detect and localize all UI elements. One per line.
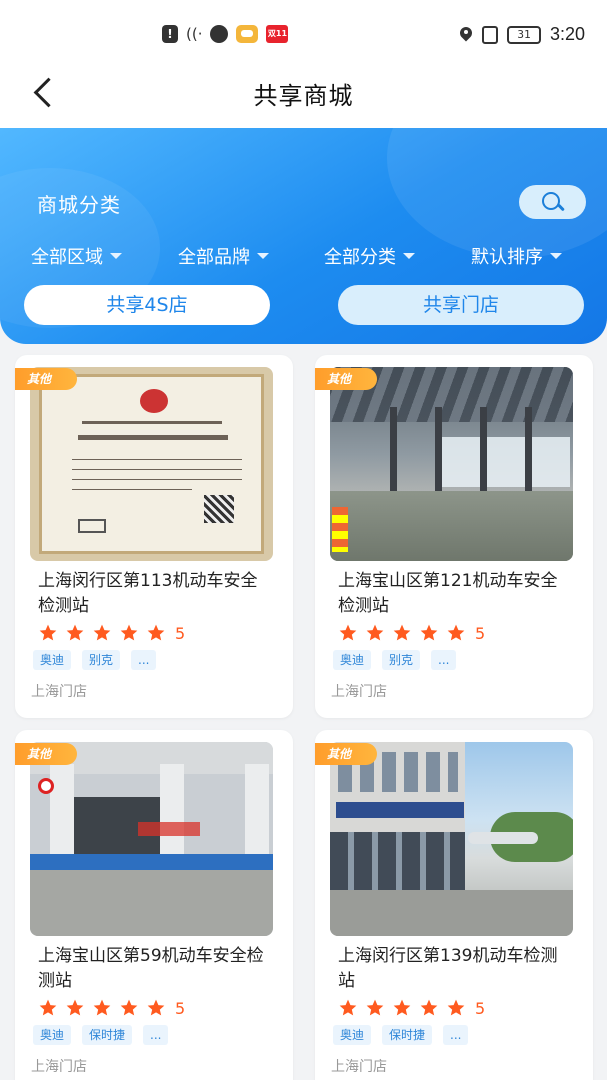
page-title: 共享商城 [253, 82, 354, 110]
shopping-icon: 双11 [266, 25, 289, 43]
caret-down-icon [550, 253, 562, 259]
globe-icon [210, 25, 229, 43]
brand-list: 奥迪 别克 ... [33, 650, 157, 670]
filter-region-dropdown[interactable]: 全部区域 [31, 243, 122, 269]
brand-list: 奥迪 别克 ... [333, 650, 457, 670]
store-photo [330, 742, 573, 936]
search-button[interactable] [519, 185, 586, 219]
filter-brand-dropdown[interactable]: 全部品牌 [178, 243, 269, 269]
app-icon [236, 25, 259, 43]
brand-badge: 奥迪 [33, 650, 72, 670]
store-location: 上海门店 [331, 684, 387, 700]
star-icon [120, 999, 138, 1016]
certificate-image [30, 367, 273, 561]
brand-badge: 奥迪 [33, 1025, 72, 1045]
store-card[interactable]: 其他 上海宝山区第59机动车安全检测站 5 奥迪 保时捷 ... 上海门店 [15, 730, 293, 1080]
inspection-hall-image [330, 367, 573, 561]
star-icon [39, 624, 57, 641]
filter-label: 默认排序 [471, 247, 543, 268]
brand-list: 奥迪 保时捷 ... [33, 1025, 169, 1045]
category-tag: 其他 [15, 368, 77, 390]
star-icon [93, 999, 111, 1016]
section-title: 商城分类 [37, 193, 121, 217]
star-icon [393, 999, 411, 1016]
filter-label: 全部分类 [324, 247, 396, 268]
category-tag: 其他 [15, 743, 77, 765]
star-icon [93, 624, 111, 641]
store-card[interactable]: 其他 上海闵行区第113机动车安全检测站 5 奥迪 别克 ... 上海门店 [15, 355, 293, 718]
star-icon [120, 624, 138, 641]
rating-stars: 5 [38, 998, 185, 1018]
filter-sort-dropdown[interactable]: 默认排序 [471, 243, 562, 269]
star-icon [339, 624, 357, 641]
star-icon [147, 999, 165, 1016]
store-card[interactable]: 其他 上海闵行区第139机动车检测站 5 奥迪 保时捷 ... 上海门店 [315, 730, 593, 1080]
store-name: 上海闵行区第113机动车安全检测站 [38, 571, 258, 616]
alert-icon: ! [162, 25, 178, 43]
rating-stars: 5 [38, 623, 185, 643]
inspection-bay-image [30, 742, 273, 936]
brand-badge: 奥迪 [333, 650, 372, 670]
star-icon [66, 624, 84, 641]
caret-down-icon [257, 253, 269, 259]
battery-icon: 31 [506, 25, 541, 44]
filter-label: 全部品牌 [178, 247, 250, 268]
brand-badge: 奥迪 [333, 1025, 372, 1045]
star-icon [339, 999, 357, 1016]
brand-badge: 别克 [82, 650, 121, 670]
category-tag: 其他 [315, 368, 377, 390]
caret-down-icon [110, 253, 122, 259]
brand-more-badge: ... [431, 650, 457, 670]
filter-category-dropdown[interactable]: 全部分类 [324, 243, 415, 269]
rating-value: 5 [475, 998, 486, 1018]
star-icon [39, 999, 57, 1016]
rating-stars: 5 [338, 623, 485, 643]
star-icon [420, 624, 438, 641]
status-bar-system: 31 3:20 [459, 24, 585, 45]
store-photo [30, 742, 273, 936]
star-icon [366, 999, 384, 1016]
brand-more-badge: ... [143, 1025, 169, 1045]
brand-badge: 保时捷 [382, 1025, 433, 1045]
star-icon [66, 999, 84, 1016]
street-view-image [330, 742, 573, 936]
brand-list: 奥迪 保时捷 ... [333, 1025, 469, 1045]
store-photo [30, 367, 273, 561]
store-card[interactable]: 其他 上海宝山区第121机动车安全检测站 5 奥迪 别克 ... 上海门店 [315, 355, 593, 718]
store-photo [330, 367, 573, 561]
store-location: 上海门店 [31, 1059, 87, 1075]
brand-badge: 保时捷 [82, 1025, 133, 1045]
rating-stars: 5 [338, 998, 485, 1018]
status-bar-notifications: ! ((· 双11 [162, 25, 289, 43]
store-name: 上海宝山区第59机动车安全检测站 [38, 946, 264, 991]
store-location: 上海门店 [331, 1059, 387, 1075]
category-tag: 其他 [315, 743, 377, 765]
tab-shared-store[interactable]: 共享门店 [338, 285, 584, 325]
location-icon [459, 26, 473, 44]
vibrate-icon [481, 25, 498, 44]
brand-more-badge: ... [443, 1025, 469, 1045]
title-bar: 共享商城 [0, 56, 607, 128]
star-icon [420, 999, 438, 1016]
caret-down-icon [403, 253, 415, 259]
status-time: 3:20 [549, 24, 585, 44]
filter-label: 全部区域 [31, 247, 103, 268]
star-icon [447, 624, 465, 641]
store-name: 上海宝山区第121机动车安全检测站 [338, 571, 558, 616]
star-icon [393, 624, 411, 641]
rating-value: 5 [175, 998, 186, 1018]
category-header: 商城分类 全部区域 全部品牌 全部分类 默认排序 共享4S店 共享门店 [0, 128, 607, 344]
brand-more-badge: ... [131, 650, 157, 670]
rating-value: 5 [175, 623, 186, 643]
star-icon [366, 624, 384, 641]
tab-shared-4s-store[interactable]: 共享4S店 [24, 285, 270, 325]
wifi-icon: ((· [186, 25, 203, 43]
rating-value: 5 [475, 623, 486, 643]
star-icon [147, 624, 165, 641]
store-location: 上海门店 [31, 684, 87, 700]
star-icon [447, 999, 465, 1016]
brand-badge: 别克 [382, 650, 421, 670]
store-name: 上海闵行区第139机动车检测站 [338, 946, 558, 991]
